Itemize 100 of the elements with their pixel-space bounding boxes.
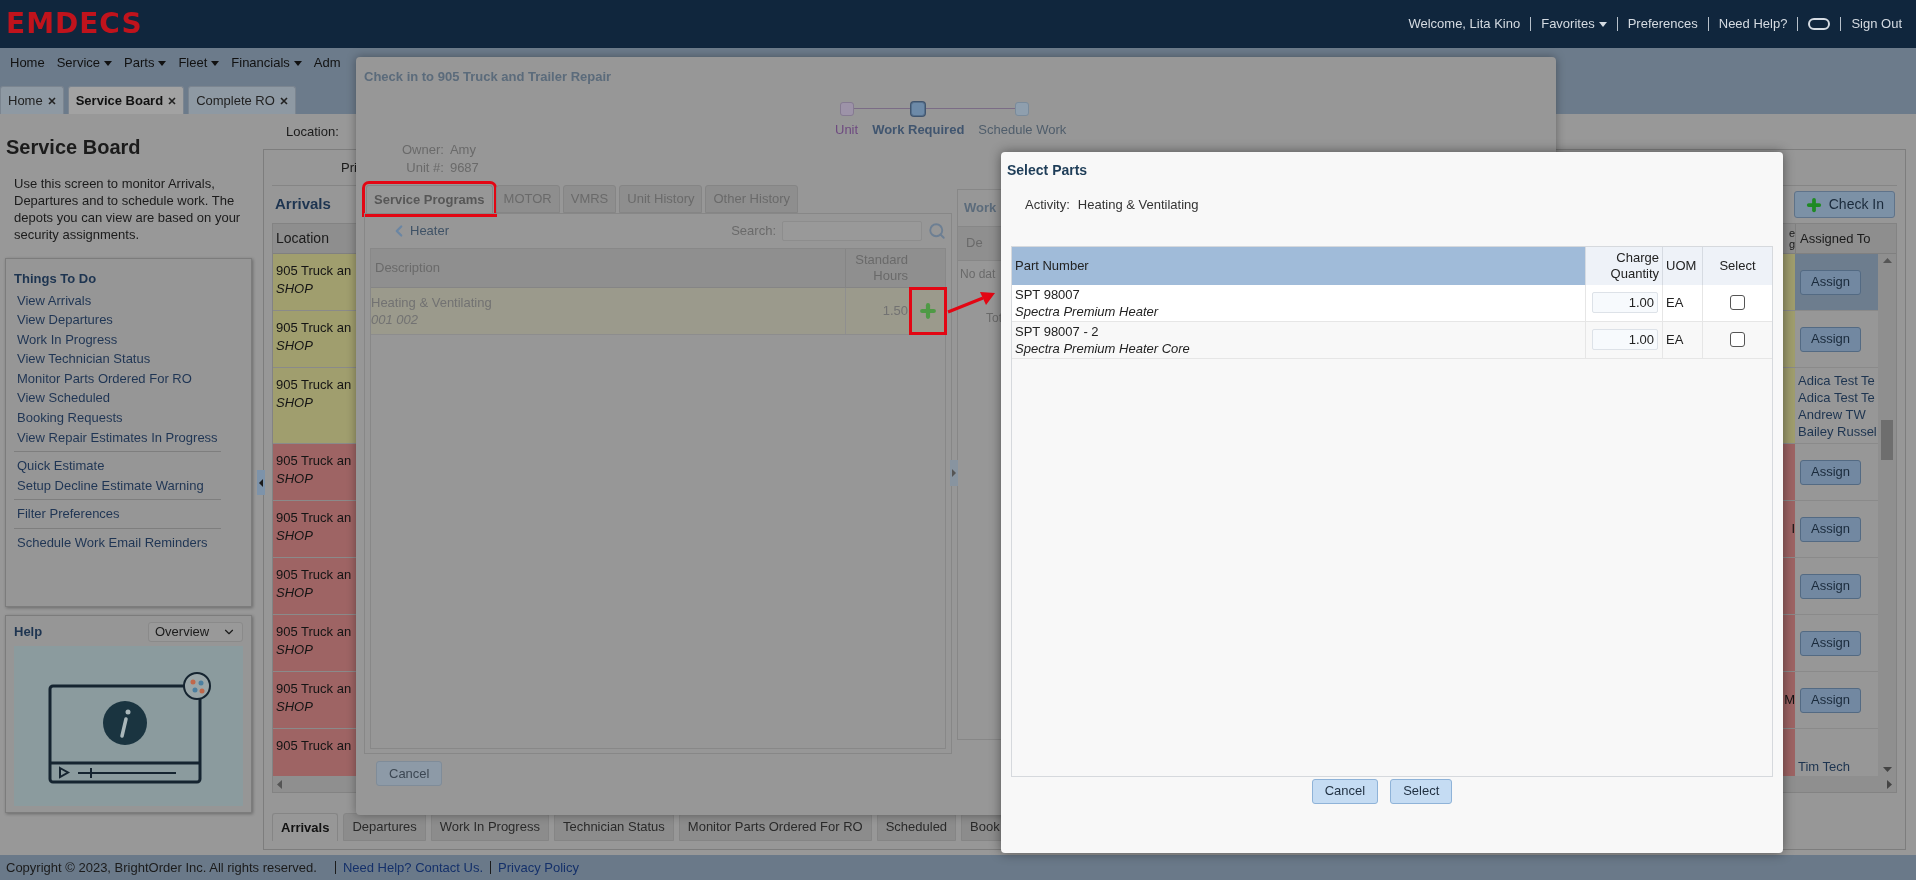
table-cell: 905 Truck an <box>276 737 352 755</box>
scroll-left-icon[interactable] <box>277 779 282 789</box>
header-link[interactable]: Need Help? <box>1718 14 1788 34</box>
board-tab[interactable]: Departures <box>343 813 426 841</box>
caret-icon <box>293 60 302 66</box>
intro-text: Use this screen to monitor Arrivals, Departures and to schedule work. The depots you can view are based on your security assignments. <box>13 175 242 243</box>
part-name: Spectra Premium Heater <box>1015 302 1160 320</box>
todo-link[interactable]: Setup Decline Estimate Warning <box>14 475 221 496</box>
page-tab[interactable]: Complete RO <box>188 86 296 114</box>
assign-button[interactable]: Assign <box>1800 630 1862 656</box>
board-tab[interactable]: Technician Status <box>553 813 674 841</box>
board-tab[interactable]: Scheduled <box>876 813 957 841</box>
step-label: Work Required <box>872 120 965 139</box>
column-header: Part Number <box>1012 246 1585 285</box>
quantity-field[interactable]: 1.00 <box>1592 329 1658 350</box>
scrollbar-thumb[interactable] <box>1881 420 1893 460</box>
todo-link[interactable]: View Departures <box>14 310 221 330</box>
todo-link[interactable]: View Arrivals <box>14 290 221 311</box>
todo-link[interactable]: View Repair Estimates In Progress <box>14 427 221 448</box>
assign-button[interactable]: Assign <box>1800 459 1862 485</box>
table-cell: SHOP <box>276 470 313 488</box>
footer-link[interactable]: Need Help? Contact Us. <box>342 857 484 878</box>
help-topic-select[interactable]: Overview <box>148 622 243 642</box>
scroll-right-icon[interactable] <box>1887 779 1892 789</box>
check-in-button[interactable]: Check In <box>1793 191 1895 218</box>
menu-item[interactable]: Financials <box>231 53 302 73</box>
menu-item[interactable]: Service <box>56 53 113 73</box>
dialog-title: Check in to 905 Truck and Trailer Repair <box>364 68 613 86</box>
table-cell: SHOP <box>276 641 313 659</box>
table-cell: SHOP <box>276 584 313 602</box>
footer-link[interactable]: Privacy Policy <box>498 857 579 878</box>
select-checkbox[interactable] <box>1730 295 1745 310</box>
table-cell: 905 Truck an <box>276 319 352 337</box>
menu-item[interactable]: Home <box>10 53 45 73</box>
assignee-name: Bailey Russel <box>1798 422 1878 440</box>
menu-item[interactable]: Fleet <box>178 53 220 73</box>
board-tab[interactable]: Monitor Parts Ordered For RO <box>678 813 872 841</box>
assign-button[interactable]: Assign <box>1800 269 1862 295</box>
close-icon[interactable] <box>47 96 56 105</box>
table-cell: SHOP <box>276 337 313 355</box>
assign-button[interactable]: Assign <box>1800 326 1862 352</box>
page-tab[interactable]: Home <box>0 86 64 114</box>
table-cell: 905 Truck an <box>276 452 352 470</box>
location-label: Location: <box>286 122 339 141</box>
logo: EMDECS <box>6 10 143 38</box>
panel-title: Work <box>964 199 997 217</box>
collapse-handle[interactable] <box>257 470 265 495</box>
collapse-handle[interactable] <box>950 460 958 486</box>
close-icon[interactable] <box>168 96 177 105</box>
todo-link[interactable]: View Scheduled <box>14 388 221 409</box>
assign-button[interactable]: Assign <box>1800 687 1862 713</box>
header-link[interactable]: Preferences <box>1627 14 1698 34</box>
page-title: Service Board <box>5 135 142 159</box>
board-tab[interactable]: Work In Progress <box>430 813 549 841</box>
section-title: Arrivals <box>274 194 331 215</box>
column-header: Select <box>1702 246 1772 285</box>
scroll-down-icon[interactable] <box>1882 767 1892 772</box>
scroll-up-icon[interactable] <box>1882 258 1892 263</box>
table-cell-text: M <box>1784 691 1795 710</box>
dialog-button[interactable]: Cancel <box>1311 778 1379 804</box>
todo-link[interactable]: Monitor Parts Ordered For RO <box>14 368 221 389</box>
table-cell: 905 Truck an <box>276 680 352 698</box>
todo-link[interactable]: Quick Estimate <box>14 456 221 476</box>
todo-link[interactable]: Filter Preferences <box>14 504 221 525</box>
filter-label: Pri <box>341 158 357 177</box>
menu-item[interactable]: Parts <box>124 53 167 73</box>
quantity-field[interactable]: 1.00 <box>1592 292 1658 313</box>
plus-icon <box>918 301 938 321</box>
vertical-scrollbar[interactable] <box>1878 254 1896 776</box>
assignee-name: Andrew TW <box>1798 405 1867 423</box>
cancel-button[interactable]: Cancel <box>376 761 443 786</box>
column-header: Location <box>275 229 330 248</box>
page-tab[interactable]: Service Board <box>67 86 185 114</box>
panel-title: Help <box>14 623 43 642</box>
favorites-menu[interactable]: Favorites <box>1541 14 1607 34</box>
panel-title: Things To Do <box>14 270 98 288</box>
todo-link[interactable]: Work In Progress <box>14 329 221 350</box>
part-name: Spectra Premium Heater Core <box>1015 339 1191 357</box>
board-tab[interactable]: Arrivals <box>272 813 339 841</box>
select-checkbox[interactable] <box>1730 332 1745 347</box>
breadcrumb-back[interactable]: Heater <box>390 221 450 241</box>
welcome-text: Welcome, Lita Kino <box>1408 15 1521 34</box>
copyright-text: Copyright © 2023, BrightOrder Inc. All rights reserved. <box>6 858 317 877</box>
todo-link[interactable]: Booking Requests <box>14 408 221 428</box>
header-link[interactable]: Sign Out <box>1851 14 1902 34</box>
table-cell: SHOP <box>276 698 313 716</box>
assign-button[interactable]: Assign <box>1800 516 1862 542</box>
close-icon[interactable] <box>279 96 288 105</box>
caret-icon <box>1598 21 1607 27</box>
dialog-button[interactable]: Select <box>1390 778 1453 804</box>
menu-item[interactable]: Adm <box>313 53 341 73</box>
part-number: SPT 98007 <box>1015 285 1081 303</box>
column-header: UOM <box>1662 246 1702 285</box>
assign-button[interactable]: Assign <box>1800 573 1862 599</box>
table-cell-text: EA <box>1666 293 1684 312</box>
caret-icon <box>104 60 113 66</box>
todo-link[interactable]: Schedule Work Email Reminders <box>14 533 221 553</box>
table-cell: 905 Truck an <box>276 566 352 584</box>
todo-link[interactable]: View Technician Status <box>14 349 221 369</box>
table-cell: 905 Truck an <box>276 262 352 280</box>
